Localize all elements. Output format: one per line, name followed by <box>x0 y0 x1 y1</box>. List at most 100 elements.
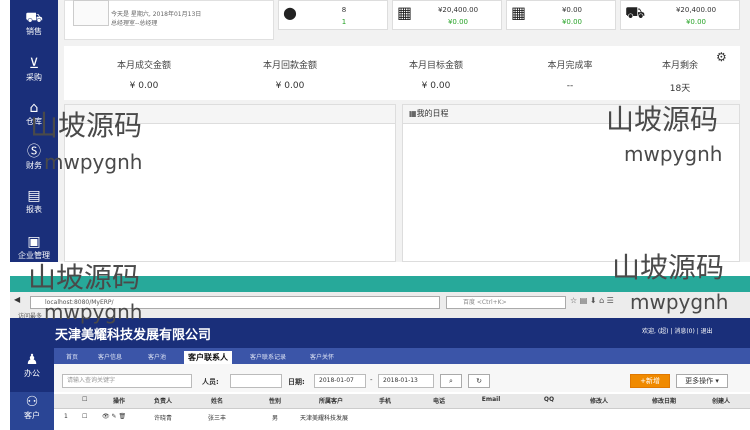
user-icon: ● <box>283 3 297 22</box>
stat-subvalue: 1 <box>341 18 347 26</box>
search-button[interactable]: ⌕ <box>440 374 462 388</box>
cart-icon: ⛟ <box>25 10 43 26</box>
date-separator: - <box>370 376 373 384</box>
cart2-icon: ⛟ <box>625 3 646 22</box>
date-to-value: 2018-01-13 <box>383 377 418 384</box>
stat-value: ¥20,400.00 <box>437 6 479 14</box>
stat-subvalue: ¥0.00 <box>447 18 469 26</box>
column-header: 创建人 <box>711 398 730 405</box>
profile-date: 今天是 星期六, 2018年01月13日 <box>111 11 202 18</box>
row-actions[interactable]: 👁 ✎ 🗑 <box>102 413 126 420</box>
search-placeholder: 百度 <Ctrl+K> <box>463 299 507 306</box>
sidebar-item-sales[interactable]: ⛟ 销售 <box>10 10 58 37</box>
summary-value: -- <box>566 81 574 91</box>
column-header: 姓名 <box>210 398 223 405</box>
tab-customer-pool[interactable]: 客户池 <box>144 351 170 364</box>
owner-cell: 许晓青 <box>153 415 172 422</box>
stat-value: 8 <box>341 6 347 14</box>
summary-label: 本月目标金额 <box>408 61 463 71</box>
sidebar-item-office[interactable]: ♟ 办公 <box>10 352 54 379</box>
summary-value: ¥ 0.00 <box>129 81 159 91</box>
tab-contact-records[interactable]: 客户联系记录 <box>246 351 290 364</box>
profile-role: 总经理室--总经理 <box>111 20 158 27</box>
briefcase-icon: ▣ <box>27 234 41 250</box>
company-title: 天津美耀科技发展有限公司 <box>55 328 212 343</box>
select-all-checkbox[interactable]: ☐ <box>82 396 87 403</box>
column-header: 负责人 <box>153 398 172 405</box>
stat-value: ¥20,400.00 <box>675 6 717 14</box>
sidebar-item-label: 报表 <box>26 205 42 214</box>
stat-value: ¥0.00 <box>561 6 583 14</box>
calendar-icon: ▦ <box>409 109 417 118</box>
search-icon: ⌕ <box>449 377 453 385</box>
add-new-button[interactable]: +新增 <box>630 374 670 388</box>
browser-toolbar-icons[interactable]: ☆ ▤ ⬇ ⌂ ☰ <box>570 296 614 305</box>
keyword-input[interactable]: 请输入查询关键字 <box>62 374 192 388</box>
sidebar-item-report[interactable]: ▤ 报表 <box>10 188 58 215</box>
summary-label: 本月完成率 <box>547 61 593 71</box>
customer-cell: 天津美耀科技发展 <box>300 415 349 422</box>
watermark-sub: mwpygnh <box>630 290 729 314</box>
watermark: 山坡源码 <box>606 103 719 136</box>
row-number: 1 <box>64 413 68 420</box>
summary-value: ¥ 0.00 <box>421 81 451 91</box>
more-actions-button[interactable]: 更多操作 ▾ <box>676 374 728 388</box>
date-from-input[interactable]: 2018-01-07 <box>314 374 366 388</box>
person-input[interactable] <box>230 374 282 388</box>
view-icon[interactable]: 👁 <box>102 413 110 420</box>
person-icon: ♟ <box>25 352 39 368</box>
row-checkbox[interactable]: ☐ <box>82 413 87 420</box>
refresh-button[interactable]: ↻ <box>468 374 490 388</box>
sidebar-item-label: 采购 <box>26 73 42 82</box>
stat-card-purchase: ⛟ ¥20,400.00 ¥0.00 <box>620 0 740 30</box>
summary-label: 本月成交金额 <box>116 61 171 71</box>
column-header: 性别 <box>268 398 281 405</box>
tab-customer-info[interactable]: 客户信息 <box>94 351 126 364</box>
date-to-input[interactable]: 2018-01-13 <box>378 374 434 388</box>
column-header: 修改日期 <box>651 398 676 405</box>
column-header: 电话 <box>432 398 445 405</box>
edit-icon[interactable]: ✎ <box>112 413 117 420</box>
summary-label: 本月剩余 <box>661 61 698 71</box>
column-header: QQ <box>543 396 555 403</box>
stat-subvalue: ¥0.00 <box>561 18 583 26</box>
sidebar-item-purchase[interactable]: ⊻ 采购 <box>10 56 58 83</box>
watermark-sub: mwpygnh <box>44 150 143 174</box>
column-header: 操作 <box>112 398 125 405</box>
watermark: 山坡源码 <box>612 251 725 284</box>
avatar <box>73 0 109 26</box>
sidebar-item-label: 客户 <box>24 411 40 420</box>
column-header: Email <box>481 396 501 403</box>
tab-customer-care[interactable]: 客户关怀 <box>306 351 338 364</box>
summary-value: ¥ 0.00 <box>275 81 305 91</box>
name-cell: 张三丰 <box>207 415 226 422</box>
watermark: 山坡源码 <box>30 109 143 142</box>
person-label: 人员: <box>202 378 219 386</box>
user-links[interactable]: 欢迎, (超) | 消息(0) | 退出 <box>642 326 713 335</box>
gender-cell: 男 <box>271 415 278 422</box>
summary-value: 18天 <box>669 84 691 94</box>
watermark-sub: mwpygnh <box>624 142 723 166</box>
money2-icon: ▦ <box>511 3 527 22</box>
date-from-value: 2018-01-07 <box>319 377 354 384</box>
tab-customer-contacts[interactable]: 客户联系人 <box>184 351 232 364</box>
date-label: 日期: <box>288 378 305 386</box>
gear-icon[interactable]: ⚙ <box>716 50 727 64</box>
basket-icon: ⊻ <box>28 56 40 72</box>
delete-icon[interactable]: 🗑 <box>119 413 127 420</box>
tab-home[interactable]: 首页 <box>62 351 82 364</box>
sidebar-item-label: 财务 <box>26 161 42 170</box>
browser-search[interactable]: 百度 <Ctrl+K> <box>446 296 566 309</box>
money-icon: ▦ <box>397 3 413 22</box>
monthly-summary: 本月成交金额 ¥ 0.00 本月回款金额 ¥ 0.00 本月目标金额 ¥ 0.0… <box>64 46 740 100</box>
refresh-icon: ↻ <box>476 377 482 385</box>
sidebar-item-label: 办公 <box>24 369 40 378</box>
watermark: 山坡源码 <box>28 261 141 294</box>
column-header: 手机 <box>378 398 391 405</box>
sidebar-item-customer[interactable]: ⚇ 客户 <box>10 392 54 430</box>
column-header: 所属客户 <box>318 398 343 405</box>
keyword-placeholder: 请输入查询关键字 <box>67 377 116 384</box>
left-margin <box>0 0 10 262</box>
summary-label: 本月回款金额 <box>262 61 317 71</box>
back-icon[interactable]: ◀ <box>14 295 20 304</box>
